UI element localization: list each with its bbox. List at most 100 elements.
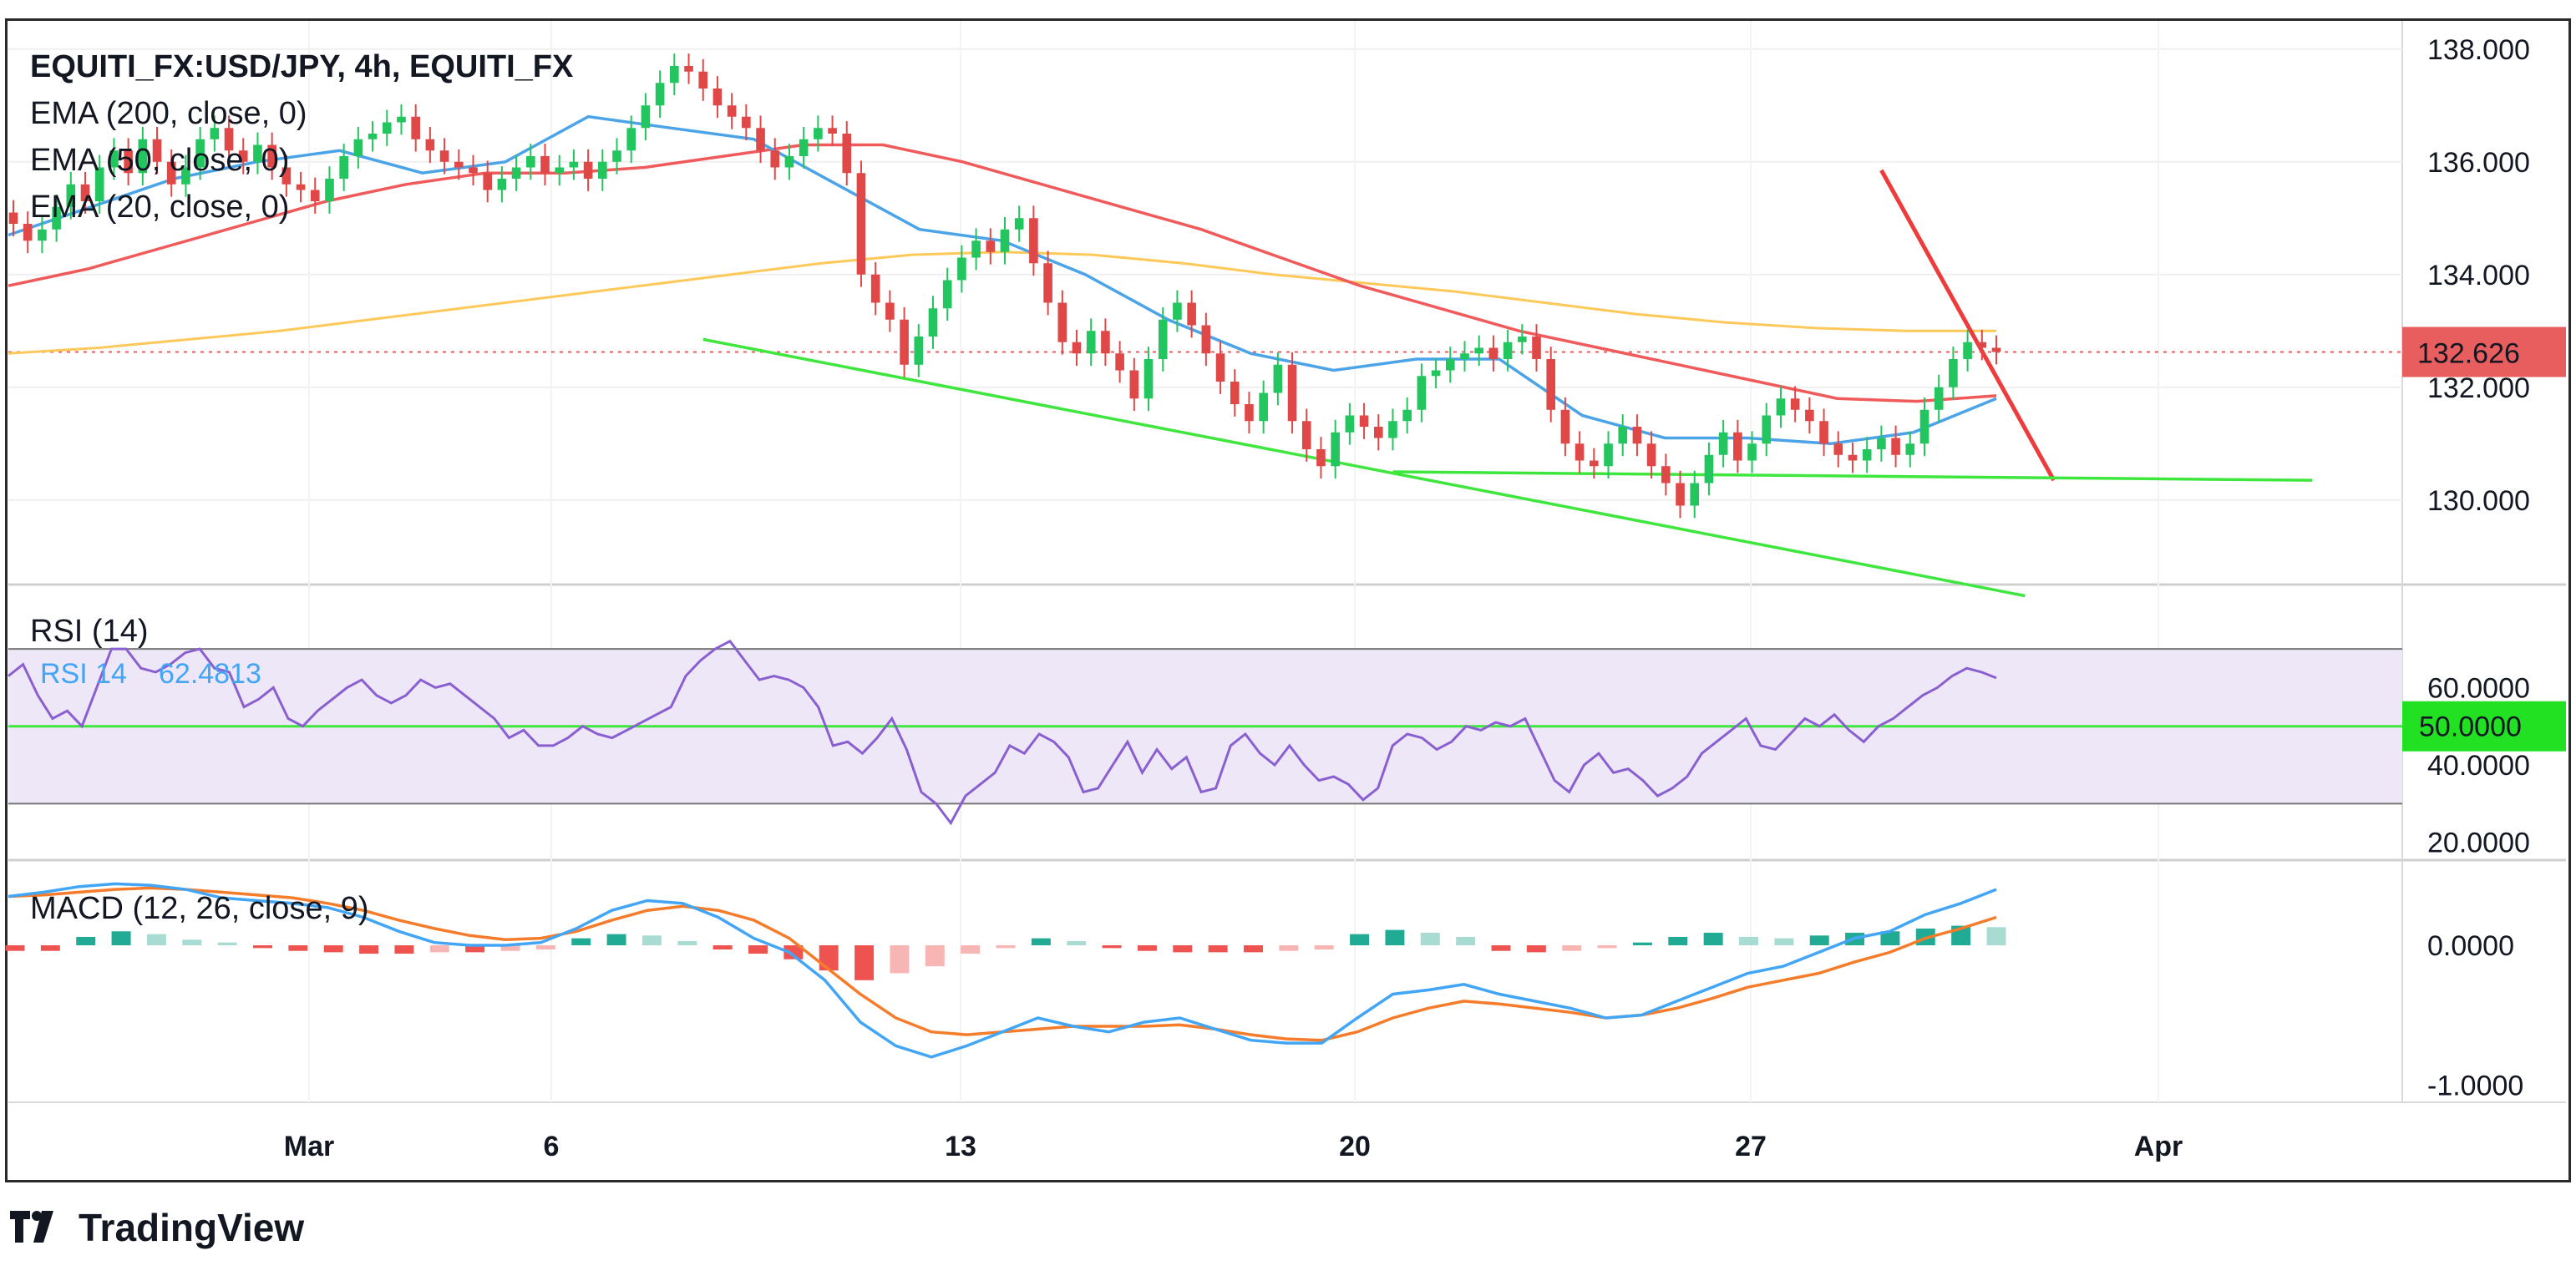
candle-body [1747, 443, 1757, 461]
macd-histogram-bar [1244, 945, 1263, 953]
trendline [1392, 470, 2313, 482]
ema20-legend[interactable]: EMA (20, close, 0) [30, 190, 289, 225]
candle-body [1215, 353, 1225, 382]
macd-histogram-bar [677, 940, 697, 945]
macd-histogram-bar [1031, 938, 1051, 945]
candle-body [856, 173, 866, 275]
last-price-label: 132.626 [2417, 337, 2520, 369]
macd-histogram-bar [1385, 929, 1405, 945]
macd-histogram-bar [1350, 934, 1370, 945]
candle-body [1604, 443, 1613, 467]
candle-body [1158, 319, 1168, 359]
candle-body [1532, 337, 1541, 359]
candle-body [1129, 370, 1139, 399]
rsi-title[interactable]: RSI (14) [30, 614, 148, 649]
candle-body [1718, 432, 1728, 455]
candle-body [1560, 409, 1570, 444]
candle-body [1590, 460, 1599, 467]
ema200-legend[interactable]: EMA (200, close, 0) [30, 96, 307, 131]
rsi-midline-label: 50.0000 [2419, 711, 2522, 743]
macd-histogram-bar [1067, 940, 1087, 945]
macd-histogram-bar [571, 938, 591, 945]
time-tick-label: Apr [2134, 1131, 2183, 1162]
candle-body [742, 116, 751, 129]
macd-histogram-bar [1314, 945, 1334, 950]
candle-body [1503, 342, 1513, 359]
ema-lines [8, 114, 1997, 446]
candle-body [1345, 415, 1355, 433]
macd-histogram-bar [535, 945, 555, 950]
candle-body [756, 128, 765, 151]
macd-tick-label: 0.0000 [2427, 930, 2514, 962]
candle-body [1661, 466, 1671, 484]
candle-body [1388, 421, 1397, 438]
macd-histogram-bar [253, 945, 272, 949]
macd-histogram-bar [182, 939, 202, 945]
macd-histogram-bar [1279, 945, 1299, 951]
rsi-tick-label: 60.0000 [2427, 672, 2530, 704]
price-axis: 138.000136.000134.000132.000130.00060.00… [2427, 34, 2530, 1102]
candle-body [1245, 404, 1254, 422]
candle-body [655, 83, 665, 106]
candle-body [368, 134, 378, 139]
tradingview-chart[interactable]: 138.000136.000134.000132.000130.00060.00… [0, 0, 2576, 1186]
candle-body [1115, 353, 1124, 371]
candle-body [1977, 342, 1987, 348]
macd-histogram-bar [1137, 945, 1157, 951]
candle-body [1187, 302, 1196, 326]
macd-title[interactable]: MACD (12, 26, close, 9) [30, 891, 368, 926]
candle-body [598, 161, 607, 179]
candle-body [1575, 443, 1585, 461]
candle-body [8, 212, 18, 224]
macd-histogram-bar [890, 945, 910, 974]
candle-body [626, 128, 636, 151]
candle-body [1316, 449, 1326, 467]
trendline [702, 337, 2026, 598]
macd-histogram-bar [1208, 945, 1228, 953]
time-tick-label: 6 [544, 1131, 560, 1162]
macd-histogram-bar [5, 945, 25, 951]
candle-body [1273, 364, 1283, 393]
candle-body [425, 139, 435, 151]
candle-body [411, 116, 420, 139]
candle-body [784, 156, 794, 168]
time-tick-label: Mar [284, 1131, 334, 1162]
candle-body [1546, 359, 1556, 410]
candle-body [382, 122, 392, 134]
tradingview-brand: TradingView [79, 1206, 305, 1249]
candle-body [1460, 353, 1469, 359]
macd-histogram-bar [111, 931, 131, 945]
candle-body [1417, 376, 1427, 410]
candle-body [1373, 427, 1383, 438]
ema50-legend[interactable]: EMA (50, close, 0) [30, 143, 289, 178]
candle-body [1905, 443, 1915, 455]
macd-histogram-bar [641, 935, 662, 945]
candle-body [469, 167, 478, 174]
candle-body [1877, 438, 1886, 449]
candle-body [1646, 443, 1656, 467]
candle-body [1000, 229, 1010, 252]
macd-histogram-bar [996, 945, 1016, 949]
candle-body [525, 156, 535, 168]
price-tick-label: 134.000 [2427, 260, 2530, 291]
candle-body [971, 240, 981, 258]
candle-body [1848, 454, 1858, 461]
candle-body [1919, 409, 1929, 444]
candle-body [698, 71, 708, 89]
candle-body [1862, 449, 1872, 461]
candle-body [727, 105, 737, 117]
candle-body [1259, 392, 1268, 422]
candle-body [1963, 342, 1972, 359]
candle-body [1690, 483, 1700, 506]
candle-body [555, 167, 565, 174]
candle-body [1173, 302, 1182, 320]
candle-body [928, 308, 938, 337]
candle-body [712, 89, 723, 106]
ema-line-0 [8, 251, 1996, 355]
candle-body [1762, 415, 1772, 444]
macd-histogram-bar [1668, 936, 1688, 945]
macd-histogram-bar [1526, 945, 1546, 953]
macd-tick-label: -1.0000 [2427, 1070, 2523, 1101]
candle-body [1086, 331, 1096, 354]
candle-body [1618, 427, 1628, 444]
